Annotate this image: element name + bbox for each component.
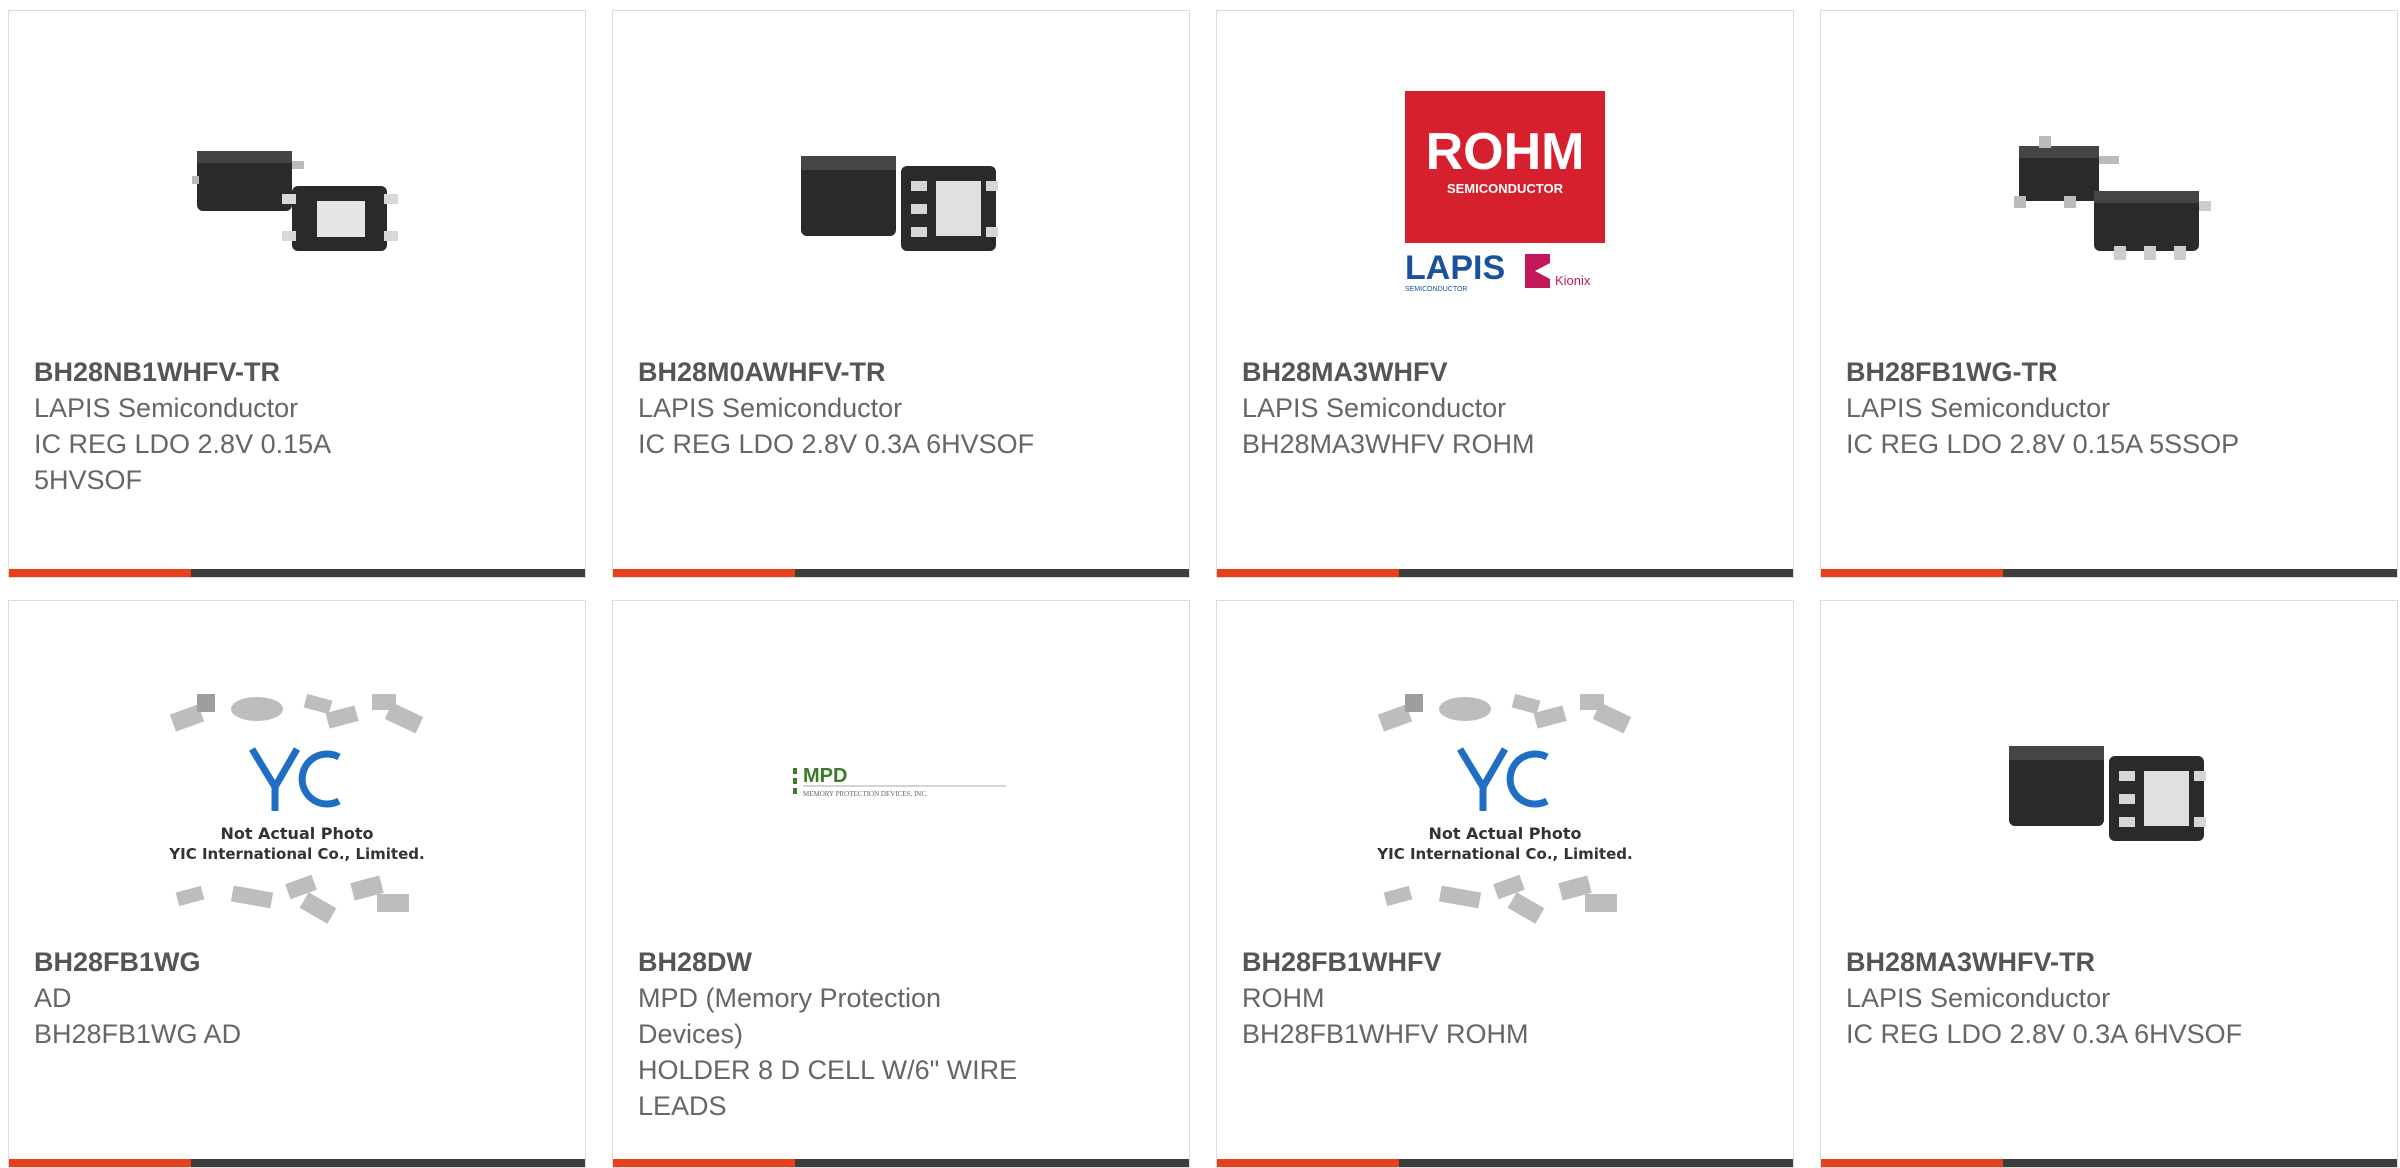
product-card[interactable]: Not Actual Photo YIC International Co., … bbox=[1216, 600, 1794, 1168]
svg-text:ROHM: ROHM bbox=[1426, 123, 1585, 181]
svg-text:Not Actual Photo: Not Actual Photo bbox=[1428, 824, 1581, 843]
product-card[interactable]: BH28M0AWHFV-TR LAPIS Semiconductor IC RE… bbox=[612, 10, 1190, 578]
manufacturer-logo-icon: MPD MEMORY PROTECTION DEVICES, INC. bbox=[793, 765, 1006, 798]
product-info: BH28FB1WHFV ROHM BH28FB1WHFV ROHM bbox=[1242, 944, 1662, 1052]
card-footer-bar bbox=[613, 569, 1189, 577]
manufacturer: MPD (Memory Protection Devices) bbox=[638, 983, 942, 1049]
description: IC REG LDO 2.8V 0.15A 5HVSOF bbox=[34, 429, 330, 495]
product-image[interactable]: Not Actual Photo YIC International Co., … bbox=[157, 689, 437, 939]
card-footer-bar bbox=[1217, 1159, 1793, 1167]
manufacturer: LAPIS Semiconductor bbox=[638, 393, 903, 423]
svg-text:LAPIS: LAPIS bbox=[1405, 249, 1505, 287]
product-card[interactable]: ROHM SEMICONDUCTOR LAPIS SEMICONDUCTOR K… bbox=[1216, 10, 1794, 578]
product-info: BH28DW MPD (Memory Protection Devices) H… bbox=[638, 944, 1058, 1124]
manufacturer-logo-icon: ROHM SEMICONDUCTOR LAPIS SEMICONDUCTOR K… bbox=[1405, 91, 1605, 293]
svg-text:YIC International Co., Limited: YIC International Co., Limited. bbox=[168, 845, 424, 863]
description: IC REG LDO 2.8V 0.3A 6HVSOF bbox=[1846, 1019, 2243, 1049]
placeholder-image-icon: Not Actual Photo YIC International Co., … bbox=[168, 693, 425, 924]
manufacturer: LAPIS Semiconductor bbox=[1846, 983, 2111, 1013]
product-info: BH28MA3WHFV-TR LAPIS Semiconductor IC RE… bbox=[1846, 944, 2266, 1052]
ic-package-icon bbox=[192, 151, 398, 251]
ic-package-icon bbox=[2009, 746, 2206, 841]
manufacturer: LAPIS Semiconductor bbox=[1242, 393, 1507, 423]
description: BH28MA3WHFV ROHM bbox=[1242, 429, 1535, 459]
card-footer-bar bbox=[9, 569, 585, 577]
part-number[interactable]: BH28FB1WG-TR bbox=[1846, 354, 2266, 390]
product-image[interactable] bbox=[1994, 671, 2224, 901]
product-info: BH28NB1WHFV-TR LAPIS Semiconductor IC RE… bbox=[34, 354, 454, 498]
manufacturer: ROHM bbox=[1242, 983, 1325, 1013]
product-card[interactable]: MPD MEMORY PROTECTION DEVICES, INC. BH28… bbox=[612, 600, 1190, 1168]
product-grid: BH28NB1WHFV-TR LAPIS Semiconductor IC RE… bbox=[8, 10, 2400, 1168]
product-image[interactable]: ROHM SEMICONDUCTOR LAPIS SEMICONDUCTOR K… bbox=[1390, 81, 1620, 311]
ic-package-icon bbox=[801, 156, 998, 251]
card-footer-bar bbox=[9, 1159, 585, 1167]
part-number[interactable]: BH28DW bbox=[638, 944, 1058, 980]
description: IC REG LDO 2.8V 0.3A 6HVSOF bbox=[638, 429, 1035, 459]
ic-package-icon bbox=[2014, 136, 2211, 260]
product-card[interactable]: BH28MA3WHFV-TR LAPIS Semiconductor IC RE… bbox=[1820, 600, 2398, 1168]
placeholder-image-icon: Not Actual Photo YIC International Co., … bbox=[1376, 693, 1633, 924]
part-number[interactable]: BH28NB1WHFV-TR bbox=[34, 354, 454, 390]
part-number[interactable]: BH28MA3WHFV bbox=[1242, 354, 1662, 390]
manufacturer: LAPIS Semiconductor bbox=[1846, 393, 2111, 423]
product-info: BH28FB1WG-TR LAPIS Semiconductor IC REG … bbox=[1846, 354, 2266, 462]
svg-text:Not Actual Photo: Not Actual Photo bbox=[220, 824, 373, 843]
card-footer-bar bbox=[1217, 569, 1793, 577]
product-card[interactable]: BH28NB1WHFV-TR LAPIS Semiconductor IC RE… bbox=[8, 10, 586, 578]
part-number[interactable]: BH28M0AWHFV-TR bbox=[638, 354, 1058, 390]
product-image[interactable]: MPD MEMORY PROTECTION DEVICES, INC. bbox=[791, 671, 1011, 901]
product-image[interactable]: Not Actual Photo YIC International Co., … bbox=[1365, 689, 1645, 939]
description: IC REG LDO 2.8V 0.15A 5SSOP bbox=[1846, 429, 2240, 459]
product-image[interactable] bbox=[182, 81, 412, 311]
product-info: BH28FB1WG AD BH28FB1WG AD bbox=[34, 944, 454, 1052]
description: BH28FB1WHFV ROHM bbox=[1242, 1019, 1529, 1049]
card-footer-bar bbox=[1821, 569, 2397, 577]
manufacturer: AD bbox=[34, 983, 72, 1013]
card-footer-bar bbox=[1821, 1159, 2397, 1167]
product-card[interactable]: BH28FB1WG-TR LAPIS Semiconductor IC REG … bbox=[1820, 10, 2398, 578]
description: BH28FB1WG AD bbox=[34, 1019, 242, 1049]
svg-text:SEMICONDUCTOR: SEMICONDUCTOR bbox=[1405, 286, 1467, 293]
description: HOLDER 8 D CELL W/6" WIRE LEADS bbox=[638, 1055, 1018, 1121]
product-info: BH28M0AWHFV-TR LAPIS Semiconductor IC RE… bbox=[638, 354, 1058, 462]
part-number[interactable]: BH28MA3WHFV-TR bbox=[1846, 944, 2266, 980]
card-footer-bar bbox=[613, 1159, 1189, 1167]
manufacturer: LAPIS Semiconductor bbox=[34, 393, 299, 423]
svg-text:SEMICONDUCTOR: SEMICONDUCTOR bbox=[1447, 181, 1564, 196]
product-card[interactable]: Not Actual Photo YIC International Co., … bbox=[8, 600, 586, 1168]
product-info: BH28MA3WHFV LAPIS Semiconductor BH28MA3W… bbox=[1242, 354, 1662, 462]
svg-text:MEMORY PROTECTION DEVICES, INC: MEMORY PROTECTION DEVICES, INC. bbox=[803, 790, 928, 798]
svg-text:YIC International Co., Limited: YIC International Co., Limited. bbox=[1376, 845, 1632, 863]
svg-text:MPD: MPD bbox=[803, 765, 847, 787]
svg-text:Kionix: Kionix bbox=[1555, 273, 1591, 288]
part-number[interactable]: BH28FB1WG bbox=[34, 944, 454, 980]
product-image[interactable] bbox=[786, 81, 1016, 311]
part-number[interactable]: BH28FB1WHFV bbox=[1242, 944, 1662, 980]
product-image[interactable] bbox=[1994, 81, 2224, 311]
